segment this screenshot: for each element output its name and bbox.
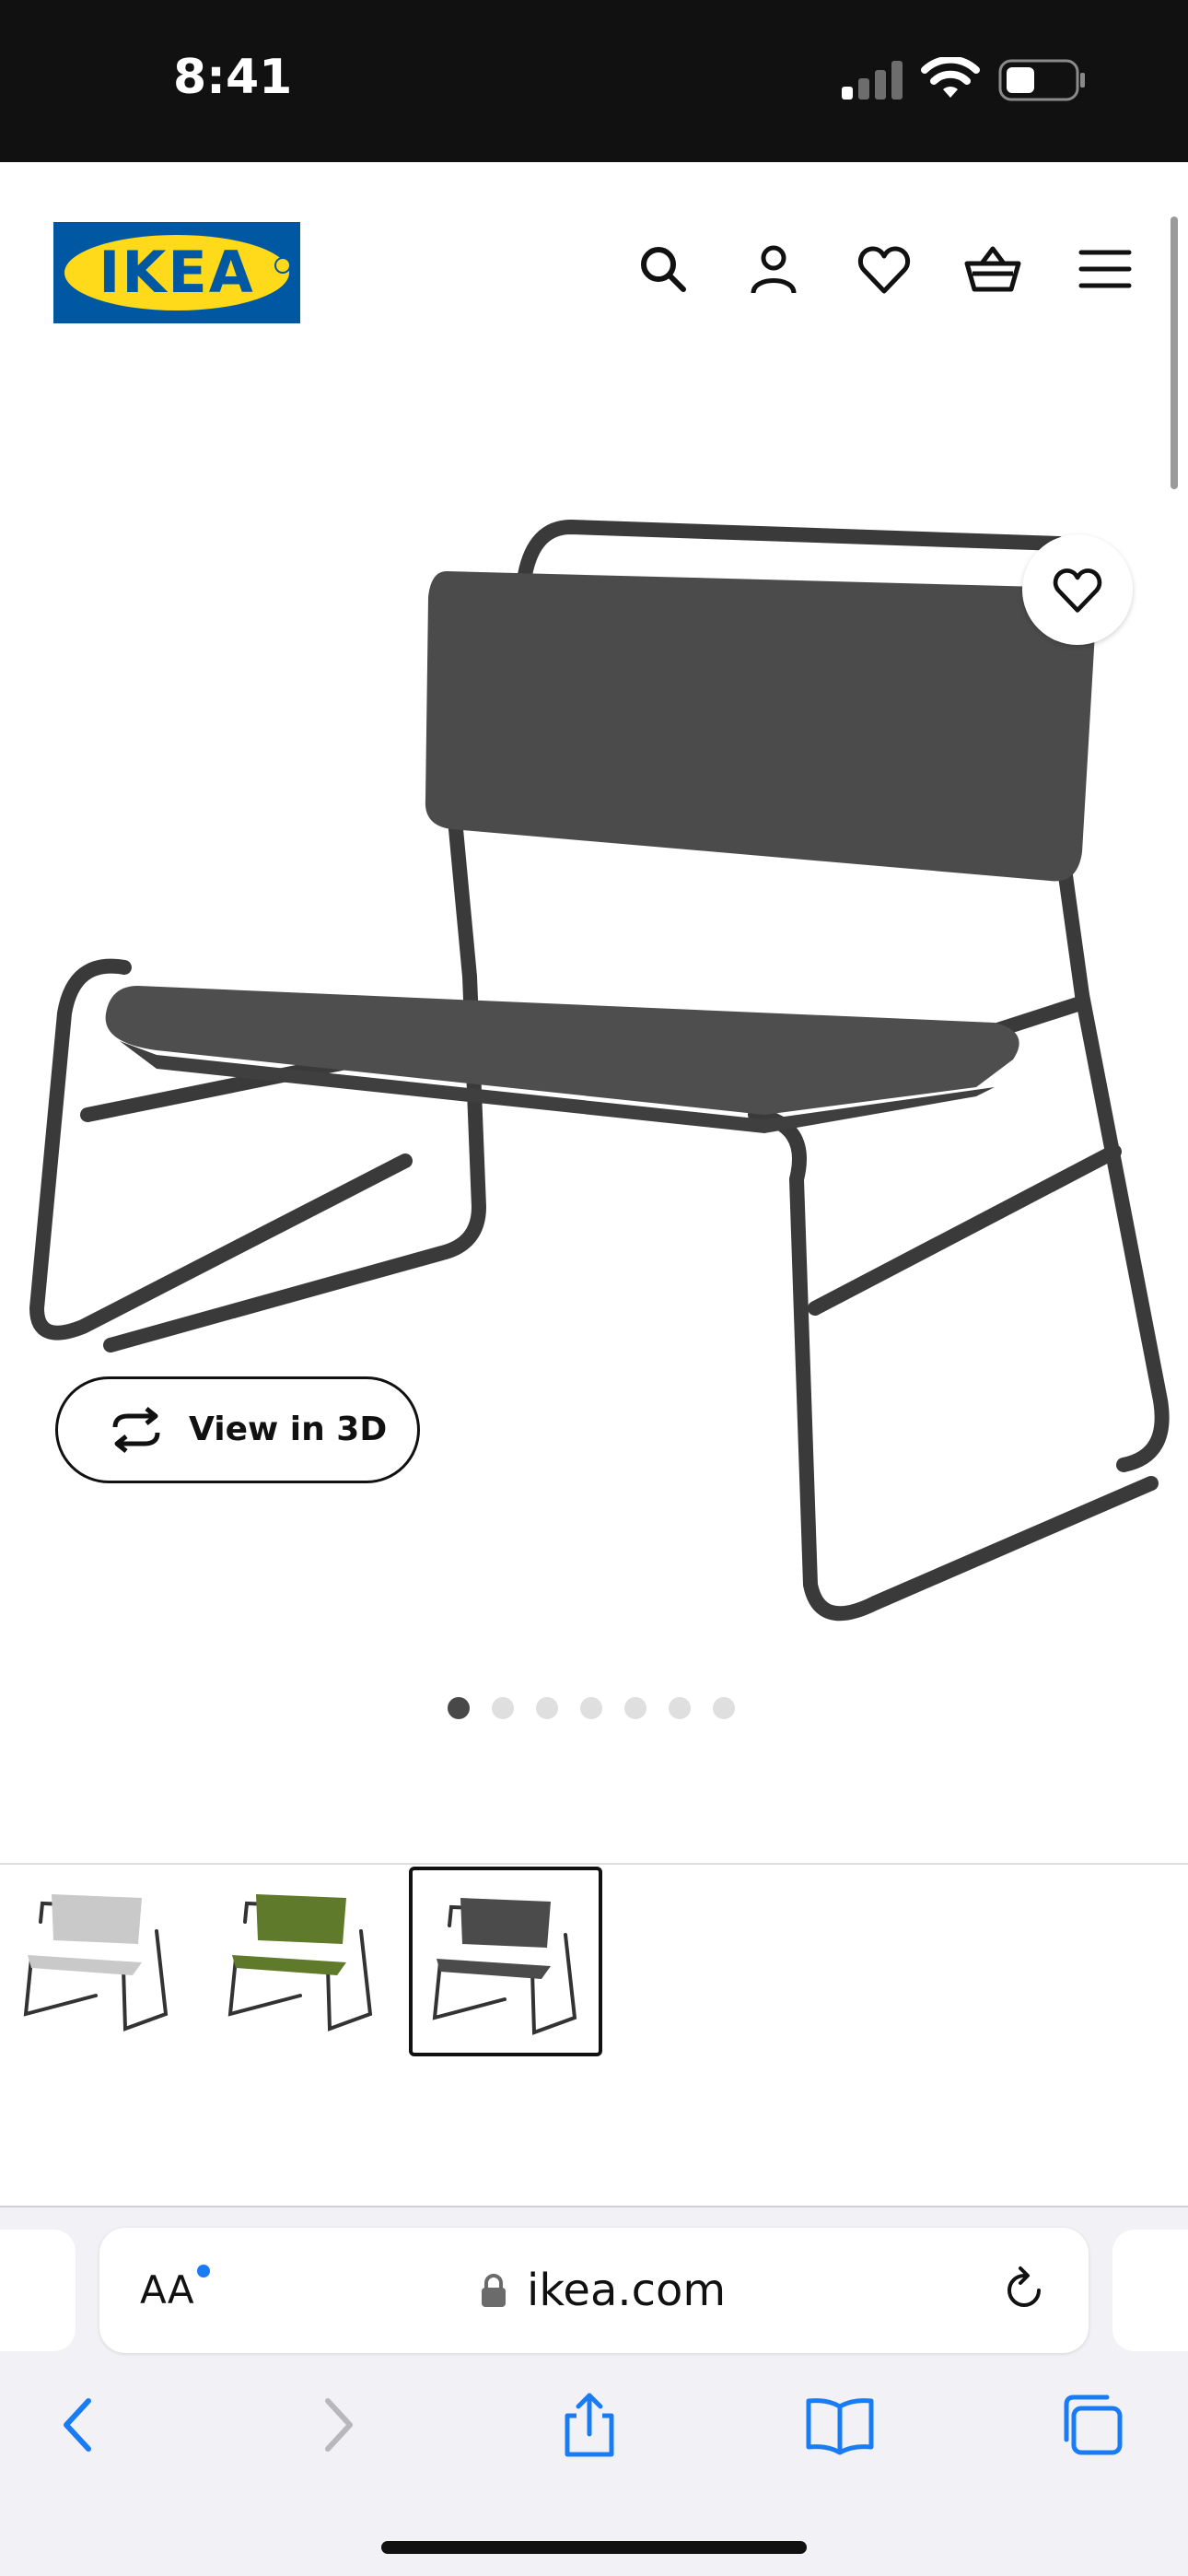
carousel-dot[interactable] [624, 1697, 646, 1719]
variant-light-grey[interactable] [4, 1867, 197, 2056]
carousel-dot[interactable] [536, 1697, 558, 1719]
next-tab-preview[interactable] [1112, 2230, 1188, 2351]
logo-text: IKEA [99, 239, 255, 306]
heart-icon[interactable] [855, 240, 914, 299]
basket-icon[interactable] [963, 240, 1022, 299]
variant-dark-grey[interactable] [409, 1867, 602, 2056]
lock-icon [482, 2274, 506, 2307]
ikea-logo[interactable]: IKEA [53, 222, 300, 323]
carousel-dot[interactable] [713, 1697, 735, 1719]
tabs-icon[interactable] [1055, 2388, 1129, 2462]
account-icon[interactable] [744, 240, 803, 299]
variant-thumbnail [23, 1894, 169, 2032]
variant-green[interactable] [208, 1867, 402, 2056]
add-to-wishlist-button[interactable] [1022, 534, 1133, 645]
variant-thumbnail [432, 1898, 577, 2035]
status-time: 8:41 [173, 50, 293, 105]
registered-mark [274, 257, 291, 274]
variant-thumbnail [227, 1894, 373, 2032]
wifi-icon [921, 57, 980, 98]
carousel-dot[interactable] [580, 1697, 602, 1719]
page-scrollbar[interactable] [1171, 217, 1178, 489]
view-in-3d-label: View in 3D [189, 1411, 388, 1448]
notification-dot [197, 2265, 210, 2277]
forward-icon[interactable] [300, 2388, 374, 2462]
section-divider [0, 1863, 1188, 1865]
share-icon[interactable] [553, 2388, 626, 2462]
carousel-dot[interactable] [492, 1697, 514, 1719]
reload-icon[interactable] [998, 2265, 1050, 2316]
battery-icon [998, 59, 1085, 101]
view-in-3d-button[interactable]: View in 3D [55, 1376, 420, 1483]
previous-tab-preview[interactable] [0, 2230, 76, 2351]
address-bar[interactable]: AA ikea.com [99, 2228, 1089, 2353]
url-text: ikea.com [527, 2265, 727, 2316]
page-settings-button[interactable]: AA [140, 2228, 194, 2353]
carousel-dot[interactable] [669, 1697, 691, 1719]
rotate-3d-icon [112, 1407, 160, 1453]
carousel-dot[interactable] [448, 1697, 470, 1719]
home-indicator[interactable] [381, 2541, 807, 2554]
search-icon[interactable] [634, 240, 693, 299]
menu-icon[interactable] [1076, 240, 1135, 299]
carousel-dots [448, 1697, 742, 1719]
bookmarks-icon[interactable] [803, 2388, 877, 2462]
back-icon[interactable] [42, 2388, 116, 2462]
cellular-signal-icon [842, 61, 903, 100]
heart-icon [1053, 568, 1102, 613]
